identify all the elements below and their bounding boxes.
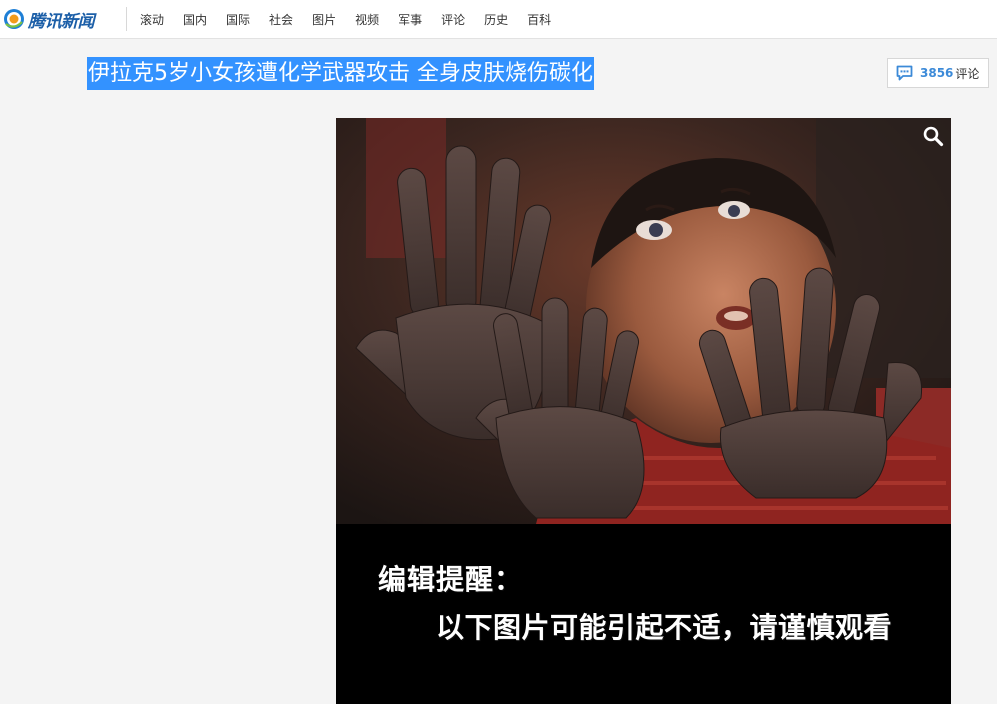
editor-notice-body: 以下图片可能引起不适，请谨慎观看 (436, 611, 893, 644)
logo-wordmark: 腾讯新闻 (28, 11, 95, 32)
nav-item-video[interactable]: 视频 (349, 11, 385, 28)
comment-label: 评论 (955, 66, 980, 81)
nav-item-pictures[interactable]: 图片 (306, 11, 342, 28)
nav-item-international[interactable]: 国际 (220, 11, 256, 28)
nav-item-military[interactable]: 军事 (392, 11, 428, 28)
nav-item-scroll[interactable]: 滚动 (134, 11, 170, 28)
article-title: 伊拉克5岁小女孩遭化学武器攻击 全身皮肤烧伤碳化 (87, 57, 594, 90)
editor-notice-heading: 编辑提醒： (378, 563, 524, 596)
magnifier-icon[interactable] (921, 124, 945, 148)
nav-item-history[interactable]: 历史 (478, 11, 514, 28)
comment-bubble-icon (896, 65, 913, 81)
top-navigation-bar: 腾讯新闻 滚动 国内 国际 社会 图片 视频 军事 评论 历史 百科 (0, 0, 997, 39)
nav-item-domestic[interactable]: 国内 (177, 11, 213, 28)
nav-divider (126, 7, 127, 31)
nav-item-encyclopedia[interactable]: 百科 (521, 11, 557, 28)
channel-nav: 滚动 国内 国际 社会 图片 视频 军事 评论 历史 百科 (134, 0, 564, 38)
comments-button[interactable]: 3856 评论 (887, 58, 989, 88)
tencent-logo-icon (4, 9, 24, 29)
comment-count: 3856 (920, 66, 954, 80)
nav-item-commentary[interactable]: 评论 (435, 11, 471, 28)
tencent-news-logo[interactable]: 腾讯新闻 (3, 6, 95, 32)
article-photo[interactable]: 编辑提醒： 以下图片可能引起不适，请谨慎观看 (336, 118, 951, 704)
nav-item-society[interactable]: 社会 (263, 11, 299, 28)
